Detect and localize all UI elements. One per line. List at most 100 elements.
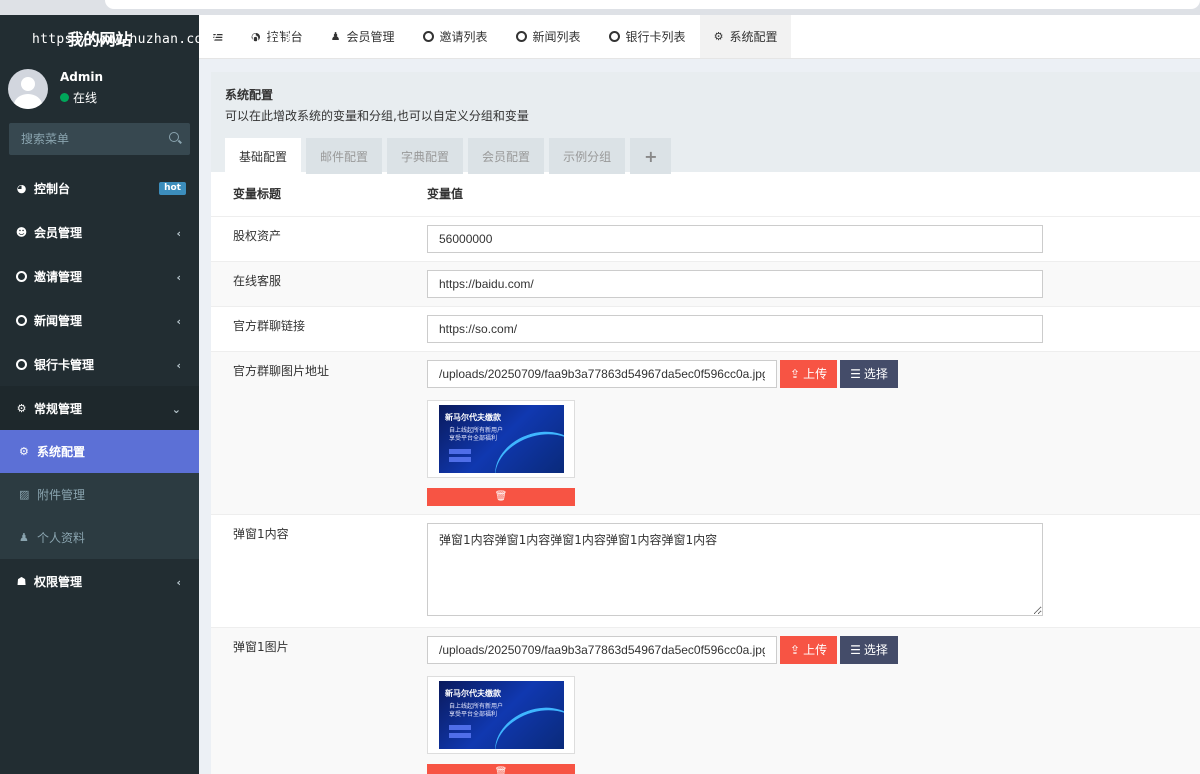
gear-icon: ⚙ [713, 30, 724, 43]
image-preview[interactable]: 新马尔代夫缴款 自上线起所有新用户 享受平台全部福利 [427, 399, 575, 478]
user-circle-icon: ☻ [15, 225, 28, 239]
sidebar-search-input[interactable] [9, 123, 159, 155]
tab-label: 系统配置 [729, 30, 778, 44]
online-service-input[interactable] [427, 269, 1043, 298]
group-chat-image-input[interactable] [427, 359, 777, 388]
user-icon: ♟ [330, 30, 341, 43]
tab-members[interactable]: ♟ 会员管理 [317, 15, 409, 58]
list-icon: ☰ [850, 366, 861, 381]
hot-badge: hot [159, 182, 186, 195]
sidebar-search [9, 123, 190, 155]
online-dot-icon [60, 93, 69, 102]
page-description: 可以在此增改系统的变量和分组,也可以自定义分组和变量 [225, 109, 529, 123]
choose-button[interactable]: ☰ 选择 [840, 359, 898, 388]
upload-button[interactable]: ⇪ 上传 [780, 359, 838, 388]
sidebar-item-system-config[interactable]: ⚙ 系统配置 [0, 430, 199, 473]
sidebar-item-attachments[interactable]: ▨ 附件管理 [0, 473, 199, 516]
column-header-title: 变量标题 [211, 172, 419, 217]
tab-example-group[interactable]: 示例分组 [549, 138, 626, 174]
general-submenu: ⚙ 系统配置 ▨ 附件管理 ♟ 个人资料 [0, 430, 199, 559]
sidebar-item-news[interactable]: 新闻管理 ‹ [0, 298, 199, 342]
upload-button[interactable]: ⇪ 上传 [780, 635, 838, 664]
sidebar-item-label: 邀请管理 [34, 269, 83, 284]
popup1-image-input[interactable] [427, 635, 777, 664]
table-row: 弹窗1内容 弹窗1内容弹窗1内容弹窗1内容弹窗1内容弹窗1内容 [211, 514, 1200, 628]
row-label: 在线客服 [211, 261, 419, 307]
delete-image-button[interactable]: 🗑 [427, 763, 575, 774]
chevron-left-icon: ‹ [176, 227, 181, 240]
tab-invites[interactable]: 邀请列表 [409, 15, 502, 58]
tab-dictionary-config[interactable]: 字典配置 [387, 138, 464, 174]
sidebar-item-label: 新闻管理 [34, 313, 83, 328]
sidebar-item-label: 个人资料 [37, 531, 86, 545]
users-icon: ☗ [16, 574, 27, 588]
sidebar-item-bankcards[interactable]: 银行卡管理 ‹ [0, 342, 199, 386]
row-label: 弹窗1内容 [211, 514, 419, 628]
panel-heading: 系统配置 可以在此增改系统的变量和分组,也可以自定义分组和变量 基础配置 邮件配… [211, 72, 1200, 174]
tab-basic-config[interactable]: 基础配置 [225, 138, 302, 174]
preview-image: 新马尔代夫缴款 自上线起所有新用户 享受平台全部福利 [439, 680, 564, 749]
preview-image: 新马尔代夫缴款 自上线起所有新用户 享受平台全部福利 [439, 404, 564, 473]
sidebar-item-general[interactable]: ⚙ 常规管理 ⌄ [0, 386, 199, 430]
top-nav: ≡ ◕ 控制台 ♟ 会员管理 邀请列表 新闻列表 银行卡列表 ⚙ 系统配置 [199, 15, 1200, 59]
config-table: 变量标题 变量值 股权资产 在线客服 官方群聊链接 官方群聊图片地址 ⇪上传 ☰… [211, 172, 1200, 774]
sidebar-menu: ◕ 控制台 hot ☻ 会员管理 ‹ 邀请管理 ‹ 新闻管理 ‹ 银行卡管理 ‹… [0, 166, 199, 603]
tab-system-config[interactable]: ⚙ 系统配置 [699, 15, 792, 58]
browser-chrome [0, 0, 1200, 15]
circle-icon [15, 270, 28, 283]
choose-button[interactable]: ☰ 选择 [840, 635, 898, 664]
table-row: 官方群聊图片地址 ⇪上传 ☰选择 新马尔代夫缴款 自上线起所有新用户享受平台全部… [211, 351, 1200, 515]
add-tab-button[interactable]: + [630, 138, 672, 174]
circle-icon [515, 31, 527, 42]
row-label: 官方群聊链接 [211, 306, 419, 352]
table-row: 弹窗1图片 ⇪上传 ☰选择 新马尔代夫缴款 自上线起所有新用户享受平台全部福利 [211, 627, 1200, 774]
sidebar-item-profile[interactable]: ♟ 个人资料 [0, 516, 199, 559]
table-row: 在线客服 [211, 261, 1200, 307]
page-title: 系统配置 [225, 88, 274, 102]
tab-label: 邀请列表 [439, 30, 488, 44]
row-label: 股权资产 [211, 216, 419, 262]
tab-news[interactable]: 新闻列表 [502, 15, 595, 58]
preview-image-text: 自上线起所有新用户 享受平台全部福利 [449, 702, 504, 718]
address-bar[interactable] [105, 0, 1200, 9]
sidebar-item-label: 系统配置 [37, 445, 86, 459]
preview-image-title: 新马尔代夫缴款 [445, 688, 501, 698]
sidebar-item-permissions[interactable]: ☗ 权限管理 ‹ [0, 559, 199, 603]
sidebar-item-label: 控制台 [34, 181, 71, 196]
sidebar-item-label: 银行卡管理 [34, 357, 95, 372]
table-header-row: 变量标题 变量值 [211, 172, 1200, 217]
tab-label: 新闻列表 [532, 30, 581, 44]
sidebar-item-invites[interactable]: 邀请管理 ‹ [0, 254, 199, 298]
gear-icon: ⚙ [19, 445, 29, 458]
delete-image-button[interactable]: 🗑 [427, 487, 575, 506]
circle-icon [15, 314, 28, 327]
watermark-text: https://www.huzhan.com/ishop6113 [32, 32, 293, 47]
user-name: Admin [60, 70, 104, 84]
preview-image-title: 新马尔代夫缴款 [445, 412, 501, 422]
circle-icon [608, 31, 620, 42]
group-chat-link-input[interactable] [427, 314, 1043, 343]
tab-bankcards[interactable]: 银行卡列表 [595, 15, 700, 58]
sidebar-item-dashboard[interactable]: ◕ 控制台 hot [0, 166, 199, 210]
sidebar-item-label: 常规管理 [34, 401, 83, 416]
tab-email-config[interactable]: 邮件配置 [306, 138, 383, 174]
cogs-icon: ⚙ [16, 401, 27, 415]
sidebar: 我的网站 Admin 在线 ◕ 控制台 hot ☻ 会员管理 ‹ 邀请管理 ‹ … [0, 15, 199, 774]
search-icon[interactable] [169, 132, 179, 142]
tab-member-config[interactable]: 会员配置 [468, 138, 545, 174]
upload-icon: ⇪ [790, 642, 801, 657]
sidebar-item-members[interactable]: ☻ 会员管理 ‹ [0, 210, 199, 254]
sidebar-item-label: 附件管理 [37, 488, 86, 502]
sidebar-item-label: 权限管理 [34, 574, 83, 589]
main-content: 系统配置 可以在此增改系统的变量和分组,也可以自定义分组和变量 基础配置 邮件配… [211, 72, 1200, 774]
chevron-left-icon: ‹ [176, 271, 181, 284]
popup1-content-textarea[interactable]: 弹窗1内容弹窗1内容弹窗1内容弹窗1内容弹窗1内容 [427, 522, 1043, 616]
row-label: 弹窗1图片 [211, 627, 419, 774]
equity-assets-input[interactable] [427, 224, 1043, 253]
user-icon: ♟ [19, 531, 29, 544]
image-preview[interactable]: 新马尔代夫缴款 自上线起所有新用户 享受平台全部福利 [427, 675, 575, 754]
list-icon: ☰ [850, 642, 861, 657]
trash-icon: 🗑 [494, 767, 508, 774]
chevron-left-icon: ‹ [176, 576, 181, 589]
config-tabs: 基础配置 邮件配置 字典配置 会员配置 示例分组 + [225, 138, 1186, 174]
